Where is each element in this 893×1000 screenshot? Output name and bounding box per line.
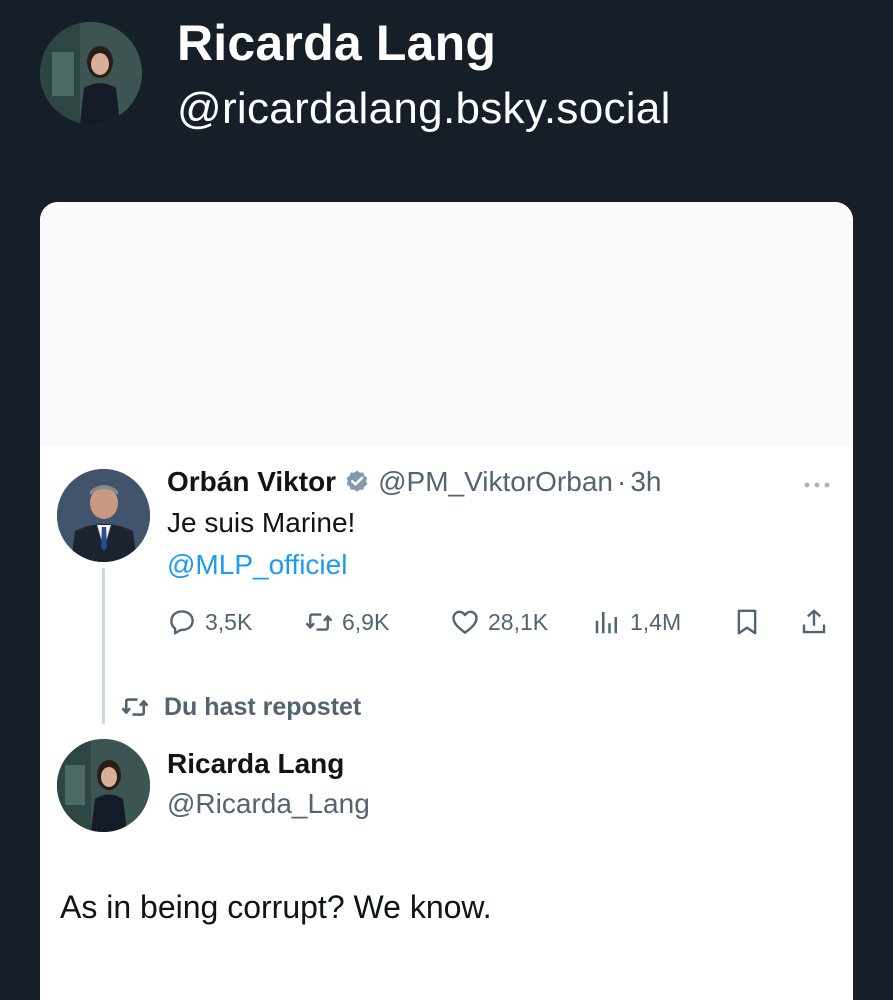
mention-link[interactable]: @MLP_officiel [167, 549, 347, 581]
quoted-post-text: Je suis Marine! [167, 507, 356, 538]
reply-post-text: As in being corrupt? We know. [60, 889, 492, 925]
heart-icon [452, 610, 478, 634]
reply-button[interactable]: 3,5K [167, 602, 252, 642]
author-handle[interactable]: @ricardalang.bsky.social [177, 84, 671, 134]
avatar-portrait-image [40, 22, 142, 124]
bsky-post-header: Ricarda Lang @ricardalang.bsky.social [0, 0, 893, 200]
quoted-author-name[interactable]: Orbán Viktor [167, 466, 336, 498]
repost-indicator: Du hast repostet [120, 692, 361, 722]
post-timestamp[interactable]: 3h [630, 466, 661, 498]
share-icon [802, 609, 826, 634]
like-count: 28,1K [488, 608, 549, 635]
avatar-portrait-image [57, 739, 150, 832]
avatar-portrait-image [57, 469, 150, 562]
author-display-name[interactable]: Ricarda Lang [177, 14, 496, 72]
share-button[interactable] [799, 602, 837, 642]
repost-label: Du hast repostet [164, 692, 362, 721]
views-count: 1,4M [630, 608, 682, 635]
header-separator: · [616, 466, 627, 497]
reply-count: 3,5K [205, 608, 253, 635]
verified-badge-icon [344, 469, 370, 495]
views-button[interactable]: 1,4M [592, 602, 681, 642]
repost-count: 6,9K [342, 608, 390, 635]
reply-author-handle[interactable]: @Ricarda_Lang [167, 788, 370, 820]
bookmark-button[interactable] [732, 602, 770, 642]
reply-author-avatar[interactable] [57, 739, 150, 832]
post-action-bar: 3,5K 6,9K 28,1K 1,4M [167, 602, 847, 642]
repost-icon [305, 613, 333, 631]
quoted-author-handle[interactable]: @PM_ViktorOrban [378, 466, 613, 498]
author-avatar[interactable] [40, 22, 142, 124]
quoted-post-header: Orbán Viktor @PM_ViktorOrban · 3h [167, 466, 661, 498]
views-icon [595, 612, 617, 634]
reply-icon [170, 610, 194, 635]
like-button[interactable]: 28,1K [450, 602, 548, 642]
more-icon[interactable] [802, 477, 832, 488]
repost-button[interactable]: 6,9K [304, 602, 389, 642]
quoted-author-avatar[interactable] [57, 469, 150, 562]
embedded-image-card[interactable]: Orbán Viktor @PM_ViktorOrban · 3h Je sui… [40, 202, 853, 1000]
reply-author-name[interactable]: Ricarda Lang [167, 748, 344, 780]
thread-connector-line [102, 568, 105, 724]
bookmark-icon [737, 609, 757, 635]
card-blank-area [40, 202, 853, 447]
repost-icon [121, 698, 149, 716]
